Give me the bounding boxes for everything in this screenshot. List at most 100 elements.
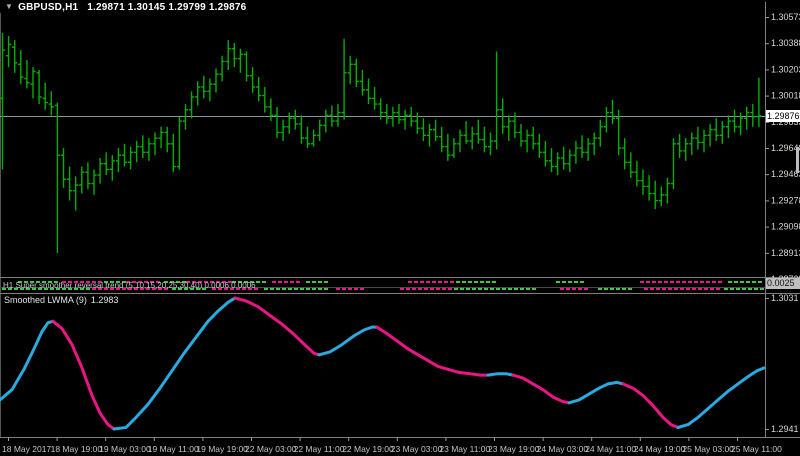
trend-dash: [282, 288, 286, 290]
trend-dash: [754, 288, 758, 290]
trend-dash: [414, 281, 418, 283]
price-axis-label: 1.28913: [771, 248, 800, 258]
trend-dash: [430, 288, 434, 290]
price-axis-label: 1.29278: [771, 195, 800, 205]
trend-dash: [486, 281, 490, 283]
trend-dash: [400, 288, 404, 290]
trend-dash: [662, 288, 666, 290]
indicator2-axis-label: 1.3031: [771, 293, 799, 303]
trend-dash: [262, 281, 266, 283]
trend-dash: [734, 281, 738, 283]
trend-dash: [492, 281, 496, 283]
trend-dash: [676, 281, 680, 283]
trend-dash: [448, 288, 452, 290]
trend-dash: [478, 288, 482, 290]
trend-dash: [272, 281, 276, 283]
trend-dash: [728, 281, 732, 283]
trend-dash: [698, 288, 702, 290]
trend-dash: [688, 281, 692, 283]
lwma-curve-segment: [676, 366, 766, 429]
trend-dash: [644, 288, 648, 290]
trend-dash: [574, 281, 578, 283]
trend-dash: [438, 281, 442, 283]
symbol-timeframe-label: GBPUSD,H1: [18, 2, 79, 13]
indicator2-value: 1.2983: [90, 295, 119, 305]
trend-dash: [300, 288, 304, 290]
trend-dash: [562, 281, 566, 283]
trend-dash: [718, 281, 722, 283]
trend-dash: [270, 288, 274, 290]
trend-dash: [276, 288, 280, 290]
price-axis-label: 1.29098: [771, 222, 800, 232]
trend-dash: [622, 288, 626, 290]
trend-dash: [508, 288, 512, 290]
price-axis-label: 1.30203: [771, 64, 800, 74]
lwma-curve-segment: [621, 382, 680, 429]
trend-dash: [502, 288, 506, 290]
trend-dash: [290, 281, 294, 283]
trend-dash: [604, 288, 608, 290]
time-axis-label: 24 May 19:00: [634, 444, 686, 454]
trend-dash: [682, 281, 686, 283]
time-axis-label: 25 May 11:00: [731, 444, 782, 454]
time-axis-label: 18 May 2017: [2, 444, 51, 454]
price-axis-label: 1.30573: [771, 12, 800, 22]
trend-dash: [514, 288, 518, 290]
trend-dash: [646, 281, 650, 283]
trend-dash: [472, 288, 476, 290]
trend-dash: [424, 288, 428, 290]
trend-dash: [716, 288, 720, 290]
trend-dash: [444, 281, 448, 283]
trend-dash: [354, 288, 358, 290]
lwma-curve-segment: [51, 319, 116, 431]
current-price-box: 1.29876: [766, 110, 800, 122]
trend-dash: [560, 288, 564, 290]
trend-dash: [704, 288, 708, 290]
trend-dash: [296, 281, 300, 283]
trend-dash: [668, 288, 672, 290]
price-axis-label: 1.30388: [771, 38, 800, 48]
time-axis-label: 22 May 19:00: [342, 444, 394, 454]
time-axis-label: 25 May 03:00: [682, 444, 734, 454]
trend-dash: [566, 288, 570, 290]
trend-dash: [748, 288, 752, 290]
chart-window: ▼ GBPUSD,H1 1.29871 1.30145 1.29799 1.2987…: [0, 0, 800, 456]
trend-dash: [256, 281, 260, 283]
trend-dash: [466, 288, 470, 290]
trend-dash: [312, 288, 316, 290]
trend-dash: [312, 281, 316, 283]
trend-dash: [520, 288, 524, 290]
trend-dash: [650, 288, 654, 290]
price-axis-label: 1.30018: [771, 91, 800, 101]
trend-dash: [468, 281, 472, 283]
lwma-curve-segment: [486, 372, 515, 377]
trend-dash: [556, 281, 560, 283]
trend-dash: [640, 281, 644, 283]
trend-dash: [656, 288, 660, 290]
indicator2-name: Smoothed LWMA (9): [4, 295, 87, 305]
lwma-curve-segment: [317, 325, 379, 357]
trend-dash: [408, 281, 412, 283]
trend-dash: [450, 281, 454, 283]
chart-plot-area[interactable]: 1.305731.303881.302031.300181.298331.296…: [0, 0, 800, 456]
trend-dash: [670, 281, 674, 283]
ohlc-values: 1.29871 1.30145 1.29799 1.29876: [87, 2, 247, 13]
trend-dash: [706, 281, 710, 283]
trend-dash: [568, 281, 572, 283]
time-axis-label: 24 May 03:00: [537, 444, 589, 454]
trend-dash: [264, 288, 268, 290]
trend-dash: [578, 288, 582, 290]
symbol-dropdown-icon[interactable]: ▼: [5, 2, 13, 11]
price-scale-scrollbar-thumb[interactable]: [796, 147, 799, 173]
trend-dash: [412, 288, 416, 290]
time-axis-label: 19 May 03:00: [99, 444, 151, 454]
trend-dash: [284, 281, 288, 283]
time-axis-label: 23 May 11:00: [439, 444, 490, 454]
indicator1-label: H1 Super smoother reversal trend (5,10,1…: [3, 281, 256, 290]
trend-dash: [694, 281, 698, 283]
trend-dash: [526, 288, 530, 290]
trend-dash: [490, 288, 494, 290]
trend-dash: [360, 288, 364, 290]
trend-dash: [306, 281, 310, 283]
trend-dash: [278, 281, 282, 283]
